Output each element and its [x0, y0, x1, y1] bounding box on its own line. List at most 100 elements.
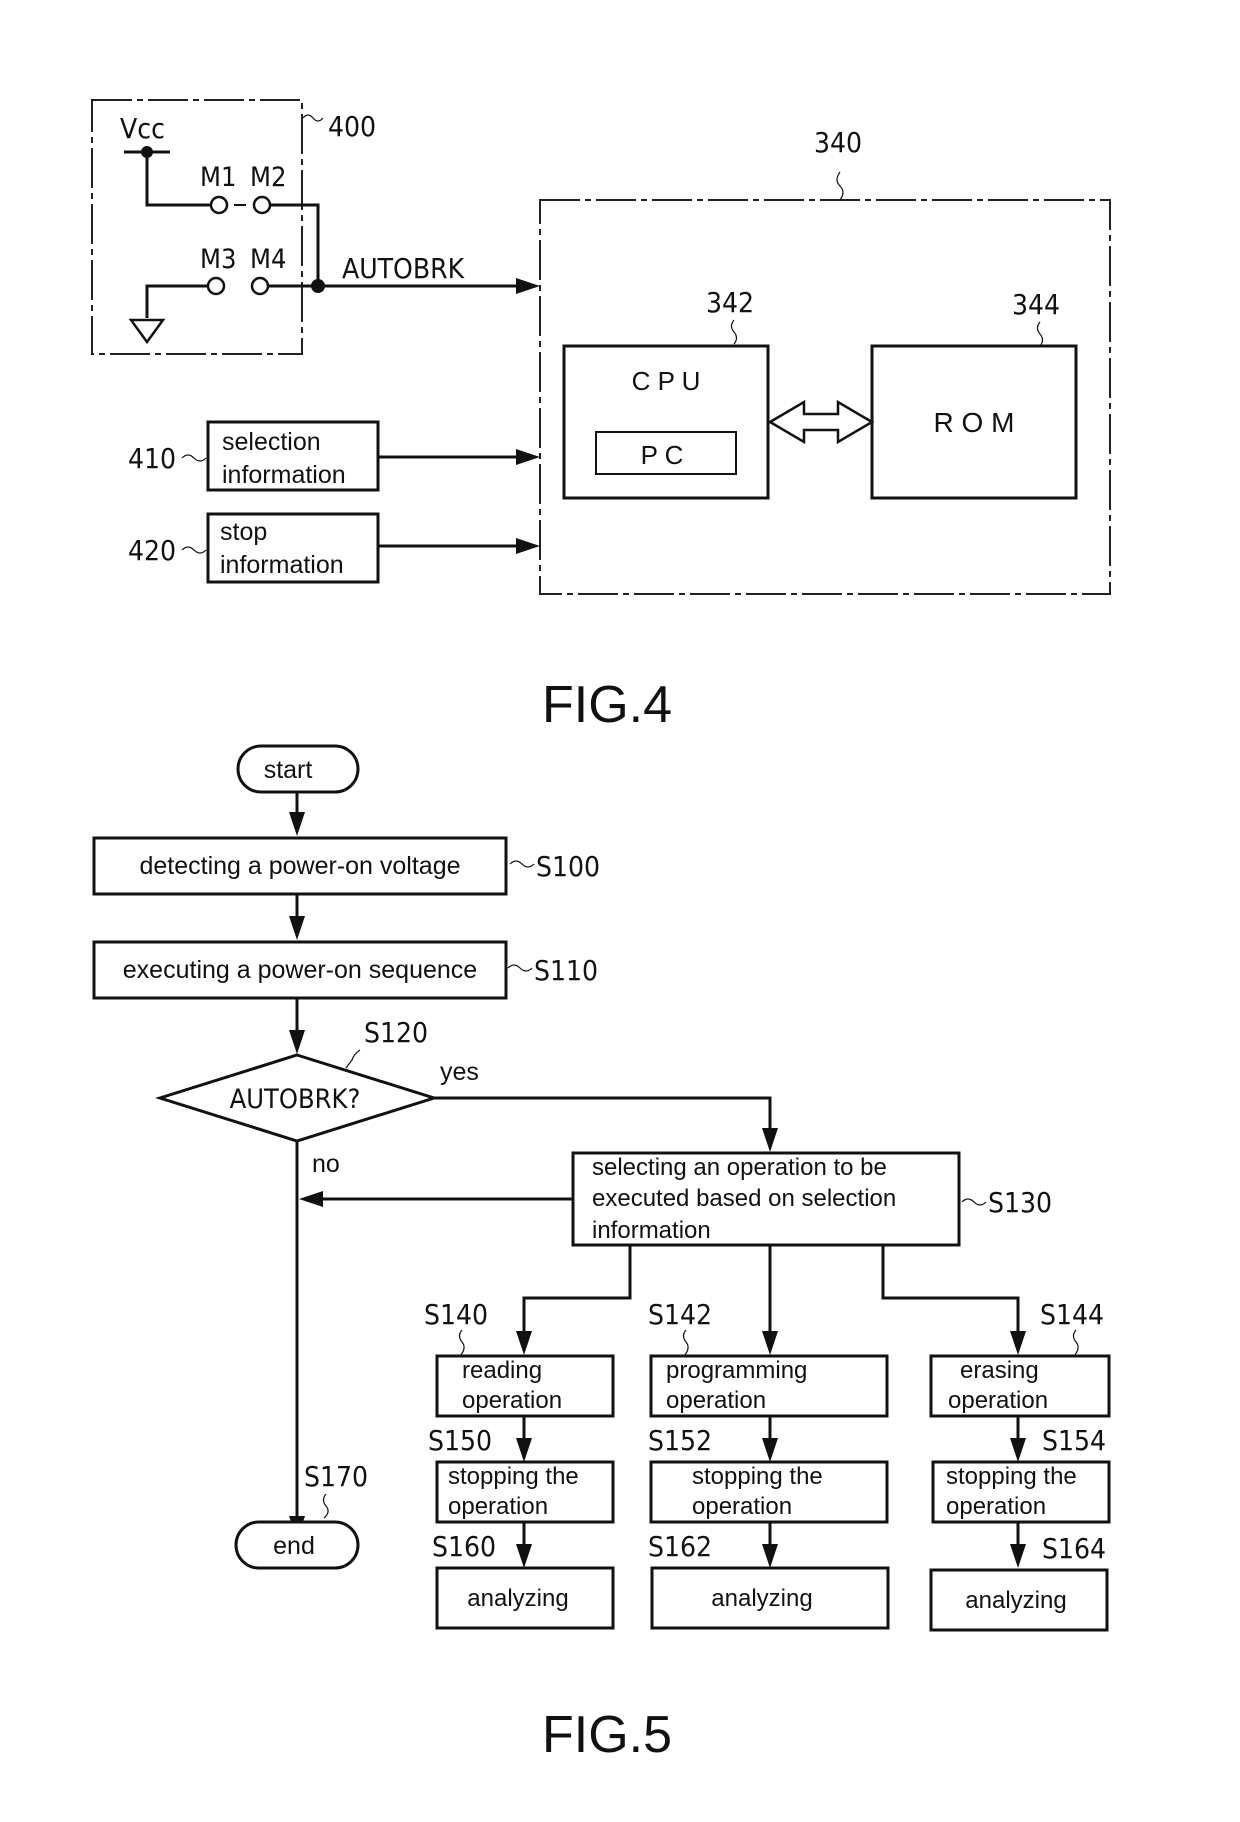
- patent-drawing-sheet: 400 Vcc M1 M2 M3 M4 AUTOBRK 340 342 C P …: [91, 99, 1111, 1764]
- s150-line1: stopping the: [448, 1463, 579, 1490]
- vcc-label: Vcc: [120, 112, 165, 145]
- s160-label: analyzing: [467, 1585, 568, 1612]
- yes-label: yes: [440, 1058, 479, 1086]
- ref-s142: S142: [648, 1298, 712, 1331]
- start-label: start: [264, 756, 313, 784]
- yes-arrowhead: [762, 1128, 778, 1152]
- flow-arrowhead-s142: [762, 1438, 778, 1462]
- s152-line2: operation: [692, 1493, 792, 1520]
- ref-s140: S140: [424, 1298, 488, 1331]
- ref-340: 340: [814, 126, 862, 159]
- ref-400: 400: [328, 110, 376, 143]
- fig5: start detecting a power-on voltage S100 …: [92, 744, 1111, 1764]
- stop-info-line2: information: [220, 551, 344, 579]
- flow-arrowhead-s144: [1010, 1438, 1026, 1462]
- ref-s144: S144: [1040, 1298, 1104, 1331]
- m4-label: M4: [250, 244, 286, 275]
- branch-arrowhead-erase: [1010, 1331, 1026, 1355]
- leader-s140: [458, 1329, 465, 1357]
- m3-label: M3: [200, 244, 236, 275]
- m2-label: M2: [250, 162, 286, 193]
- flow-arrowhead-s100: [289, 916, 305, 940]
- s130-line1: selecting an operation to be: [592, 1154, 887, 1181]
- s154-line2: operation: [946, 1493, 1046, 1520]
- s142-line1: programming: [666, 1357, 807, 1384]
- fig5-caption: FIG.5: [542, 1706, 672, 1764]
- m3-pad: [206, 276, 226, 296]
- s120-label: AUTOBRK?: [230, 1084, 361, 1115]
- selection-info-arrowhead: [516, 449, 540, 465]
- leader-s170: [322, 1493, 329, 1519]
- bus-double-arrow-icon: [767, 399, 875, 445]
- selection-info-line1: selection: [222, 428, 321, 456]
- ref-342: 342: [706, 286, 754, 319]
- ground-wire: [145, 284, 208, 318]
- s162-label: analyzing: [711, 1585, 812, 1612]
- flow-arrowhead-s152: [762, 1544, 778, 1568]
- pc-label: P C: [641, 440, 684, 470]
- s144-line2: operation: [948, 1387, 1048, 1414]
- flow-arrowhead-start: [289, 812, 305, 836]
- m1-pad: [209, 195, 229, 215]
- yes-path: [434, 1096, 772, 1132]
- leader-420: [181, 546, 207, 554]
- leader-s100: [509, 860, 535, 868]
- s150-line2: operation: [448, 1493, 548, 1520]
- stop-info-line1: stop: [220, 518, 267, 546]
- s142-line2: operation: [666, 1387, 766, 1414]
- ref-s100: S100: [536, 850, 600, 883]
- fig4: 400 Vcc M1 M2 M3 M4 AUTOBRK 340 342 C P …: [91, 99, 1111, 734]
- leader-342: [730, 319, 738, 345]
- ref-s110: S110: [534, 954, 598, 987]
- s130-return-arrowhead: [299, 1191, 323, 1207]
- end-label: end: [273, 1532, 315, 1560]
- selection-info-line2: information: [222, 461, 346, 489]
- s130-line2: executed based on selection: [592, 1185, 896, 1212]
- leader-s142: [682, 1329, 689, 1357]
- ref-s130: S130: [988, 1186, 1052, 1219]
- leader-s130: [961, 1198, 987, 1206]
- s100-label: detecting a power-on voltage: [139, 852, 460, 880]
- flow-arrowhead-s110: [289, 1030, 305, 1054]
- flow-arrowhead-s140: [516, 1438, 532, 1462]
- s152-line1: stopping the: [692, 1463, 823, 1490]
- ref-420: 420: [128, 534, 176, 567]
- autobrk-arrowhead: [516, 278, 540, 294]
- no-label: no: [312, 1150, 340, 1178]
- leader-340: [836, 171, 844, 201]
- branch-arrowhead-read: [516, 1331, 532, 1355]
- ref-s162: S162: [648, 1530, 712, 1563]
- s140-line2: operation: [462, 1387, 562, 1414]
- leader-s144: [1072, 1329, 1079, 1357]
- s154-line1: stopping the: [946, 1463, 1077, 1490]
- ref-s152: S152: [648, 1424, 712, 1457]
- leader-344: [1036, 321, 1044, 347]
- m2-pad: [252, 195, 272, 215]
- branch-arrowhead-program: [762, 1331, 778, 1355]
- ref-410: 410: [128, 442, 176, 475]
- m4-pad: [250, 276, 270, 296]
- s164-label: analyzing: [965, 1587, 1066, 1614]
- stop-info-arrowhead: [516, 538, 540, 554]
- s130-line3: information: [592, 1217, 711, 1244]
- s140-line1: reading: [462, 1357, 542, 1384]
- ref-s160: S160: [432, 1530, 496, 1563]
- cpu-label: C P U: [632, 366, 701, 396]
- ref-s170: S170: [304, 1460, 368, 1493]
- ref-344: 344: [1012, 288, 1060, 321]
- ref-s154: S154: [1042, 1424, 1106, 1457]
- fig4-caption: FIG.4: [542, 676, 672, 734]
- leader-s110: [507, 964, 533, 972]
- flow-arrowhead-s154: [1010, 1544, 1026, 1568]
- leader-410: [181, 454, 207, 462]
- ground-icon: [128, 318, 166, 345]
- branch-read: S140 reading operation S150 stopping the…: [424, 1298, 615, 1630]
- autobrk-label: AUTOBRK: [342, 252, 466, 285]
- branch-path-erase: [881, 1245, 1020, 1335]
- branch-path-read: [522, 1245, 632, 1335]
- leader-s120: [345, 1049, 361, 1069]
- ref-s150: S150: [428, 1424, 492, 1457]
- m1-label: M1: [200, 162, 236, 193]
- ref-s120: S120: [364, 1016, 428, 1049]
- s110-label: executing a power-on sequence: [123, 956, 477, 984]
